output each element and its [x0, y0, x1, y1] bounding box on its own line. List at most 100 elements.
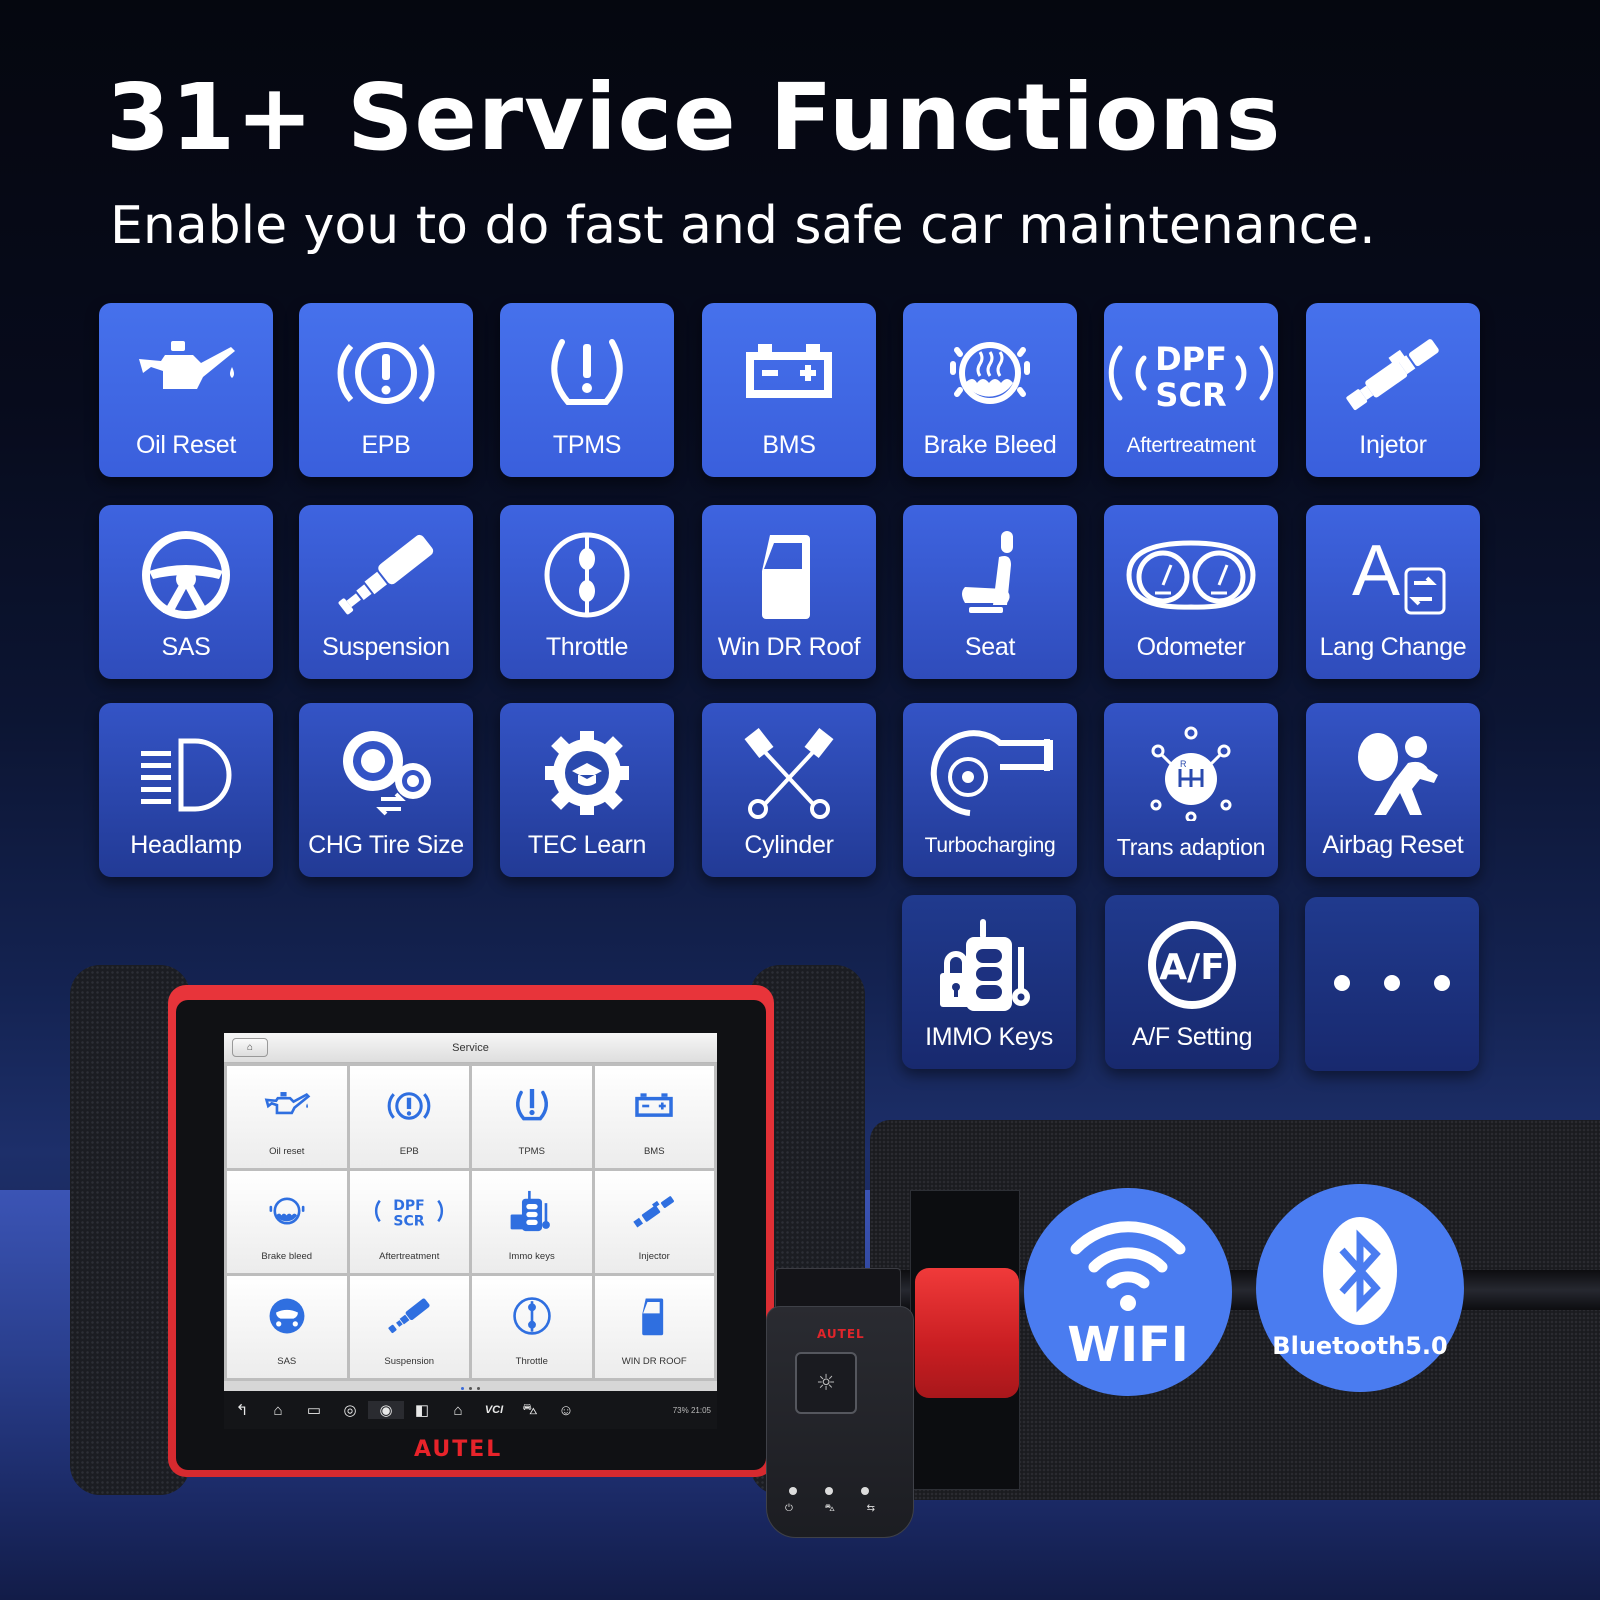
dpf-scr-icon: DPF SCR: [1106, 325, 1276, 421]
seat-icon: [935, 527, 1045, 623]
turbo-icon: [920, 725, 1060, 821]
suspension-icon: [331, 527, 441, 623]
battery-icon: [734, 325, 844, 421]
tile-trans-adaption[interactable]: R Trans adaption: [1104, 703, 1278, 877]
tile-label: Brake Bleed: [923, 431, 1057, 459]
tile-oil-reset[interactable]: Oil Reset: [99, 303, 273, 477]
tile-af-setting[interactable]: A/F A/F Setting: [1105, 895, 1279, 1069]
injector-icon: [1338, 325, 1448, 421]
home-icon[interactable]: ⌂: [260, 1402, 296, 1419]
tile-win-dr-roof[interactable]: Win DR Roof: [702, 505, 876, 679]
screen-item-label: Aftertreatment: [379, 1251, 440, 1262]
svg-text:DPF: DPF: [1155, 340, 1227, 378]
page-subtitle: Enable you to do fast and safe car maint…: [110, 196, 1376, 256]
tile-label: Aftertreatment: [1126, 434, 1256, 457]
tile-more-functions[interactable]: [1305, 897, 1479, 1071]
tile-label: Lang Change: [1319, 633, 1467, 661]
connection-icon: ⇆: [866, 1503, 875, 1514]
wifi-icon: [1068, 1211, 1188, 1311]
screen-item-win-dr-roof[interactable]: WIN DR ROOF: [594, 1276, 714, 1378]
tile-tec-learn[interactable]: TEC Learn: [500, 703, 674, 877]
screen-item-brake-bleed[interactable]: Brake bleed: [227, 1171, 347, 1273]
tile-tpms[interactable]: TPMS: [500, 303, 674, 477]
camera-icon[interactable]: ◉: [368, 1401, 404, 1419]
screen-item-label: Immo keys: [508, 1251, 555, 1262]
tile-turbocharging[interactable]: Turbocharging: [903, 703, 1077, 877]
tile-brake-bleed[interactable]: Brake Bleed: [903, 303, 1077, 477]
svg-text:SCR: SCR: [1155, 376, 1226, 414]
home-m-icon[interactable]: ⌂: [440, 1402, 476, 1419]
parking-brake-icon: [331, 325, 441, 421]
home-m-icon[interactable]: ⌂: [232, 1038, 268, 1057]
battery-icon: [630, 1082, 678, 1130]
back-icon[interactable]: ↰: [224, 1401, 260, 1419]
svg-text:SCR: SCR: [394, 1213, 425, 1229]
tile-cylinder[interactable]: Cylinder: [702, 703, 876, 877]
screen-item-label: EPB: [399, 1146, 419, 1157]
vci-icon[interactable]: VCI: [476, 1404, 512, 1416]
car-door-icon: [630, 1292, 678, 1340]
oil-can-icon: [131, 325, 241, 421]
tablet-brand-logo: AUTEL: [414, 1437, 503, 1462]
tile-bms[interactable]: BMS: [702, 303, 876, 477]
tile-injector[interactable]: Injetor: [1306, 303, 1480, 477]
screen-item-epb[interactable]: EPB: [349, 1066, 469, 1168]
parking-brake-icon: [385, 1082, 433, 1130]
suspension-icon: [385, 1292, 433, 1340]
tile-chg-tire-size[interactable]: CHG Tire Size: [299, 703, 473, 877]
tile-lang-change[interactable]: A Lang Change: [1306, 505, 1480, 679]
vci-leds: [789, 1487, 869, 1495]
screen-item-tpms[interactable]: TPMS: [472, 1066, 592, 1168]
tile-aftertreatment[interactable]: DPF SCR Aftertreatment: [1104, 303, 1278, 477]
screen-item-bms[interactable]: BMS: [594, 1066, 714, 1168]
browser-icon[interactable]: ◎: [332, 1401, 368, 1419]
screen-item-sas[interactable]: SAS: [227, 1276, 347, 1378]
tile-headlamp[interactable]: Headlamp: [99, 703, 273, 877]
car-door-icon: [734, 527, 844, 623]
screen-item-immo-keys[interactable]: Immo keys: [472, 1171, 592, 1273]
cylinder-icon: [734, 725, 844, 821]
tablet-screen: ⌂ Service Oil reset EPB TPMS BMS Brake b…: [224, 1033, 717, 1429]
tile-seat[interactable]: Seat: [903, 505, 1077, 679]
wifi-label: WIFI: [1067, 1317, 1189, 1373]
tile-throttle[interactable]: Throttle: [500, 505, 674, 679]
vci-dongle: AUTEL ☼ ⏻ ⛍ ⇆: [766, 1306, 914, 1538]
case-latch[interactable]: [915, 1268, 1019, 1398]
tire-size-icon: [331, 725, 441, 821]
tile-label: Seat: [964, 633, 1016, 661]
screen-item-injector[interactable]: Injector: [594, 1171, 714, 1273]
screen-item-label: Oil reset: [269, 1146, 305, 1157]
immo-key-icon: [508, 1187, 556, 1235]
tile-odometer[interactable]: Odometer: [1104, 505, 1278, 679]
throttle-icon: [508, 1292, 556, 1340]
screen-item-label: SAS: [277, 1356, 297, 1367]
tile-sas[interactable]: SAS: [99, 505, 273, 679]
bluetooth-badge: Bluetooth5.0: [1256, 1184, 1464, 1392]
remote-expert-icon[interactable]: ☺: [548, 1402, 584, 1419]
screen-item-label: Brake bleed: [261, 1251, 313, 1262]
car-icon: ⛍: [824, 1503, 835, 1514]
vci-power-button[interactable]: ☼: [795, 1352, 857, 1414]
screen-item-throttle[interactable]: Throttle: [472, 1276, 592, 1378]
car-icon[interactable]: ⛍: [512, 1401, 548, 1420]
tile-airbag-reset[interactable]: Airbag Reset: [1306, 703, 1480, 877]
screen-item-oil-reset[interactable]: Oil reset: [227, 1066, 347, 1168]
screen-item-suspension[interactable]: Suspension: [349, 1276, 469, 1378]
tile-suspension[interactable]: Suspension: [299, 505, 473, 679]
bluetooth-label: Bluetooth5.0: [1272, 1332, 1448, 1360]
more-dots-icon: [1322, 935, 1462, 1031]
display-icon[interactable]: ◧: [404, 1401, 440, 1419]
tile-epb[interactable]: EPB: [299, 303, 473, 477]
tile-label: Cylinder: [744, 831, 834, 859]
recent-apps-icon[interactable]: ▭: [296, 1401, 332, 1419]
tile-label: Airbag Reset: [1322, 831, 1464, 859]
vci-indicator-labels: ⏻ ⛍ ⇆: [785, 1503, 875, 1516]
gearshift-icon: R: [1136, 725, 1246, 821]
svg-text:R: R: [1180, 759, 1187, 769]
tile-label: Throttle: [545, 633, 629, 661]
svg-text:DPF: DPF: [394, 1198, 425, 1214]
tile-immo-keys[interactable]: IMMO Keys: [902, 895, 1076, 1069]
dpf-scr-icon: DPF SCR: [374, 1187, 444, 1235]
svg-text:A: A: [1352, 531, 1400, 611]
screen-item-aftertreatment[interactable]: DPF SCR Aftertreatment: [349, 1171, 469, 1273]
